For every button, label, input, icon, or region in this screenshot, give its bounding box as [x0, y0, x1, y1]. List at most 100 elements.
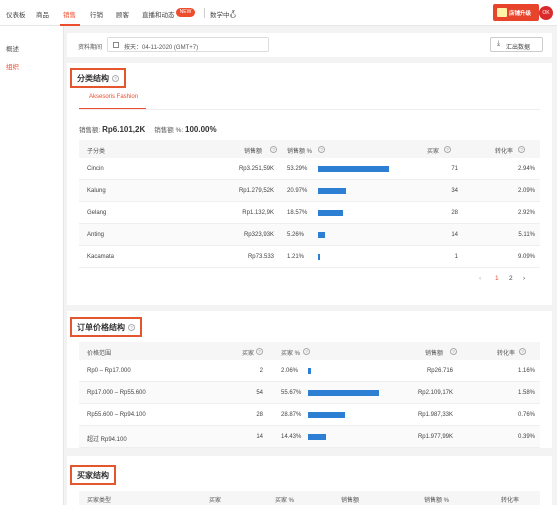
subcategory-name: Cincin — [87, 166, 104, 172]
section-title-text: 买家结构 — [77, 470, 109, 480]
pagination-next[interactable]: › — [523, 275, 525, 282]
pagination-prev[interactable]: ‹ — [479, 275, 481, 282]
buyers: 14 — [256, 434, 263, 440]
pagination-page-1[interactable]: 1 — [495, 275, 499, 282]
column-header[interactable]: 销售额 — [425, 348, 443, 357]
subcategory-name: Kacamata — [87, 254, 115, 260]
help-icon[interactable]: ? — [270, 146, 277, 153]
table-row[interactable]: Rp55.600 – Rp94.100 28 28.87% Rp1.987,33… — [79, 404, 540, 426]
column-header[interactable]: 销售额 — [341, 495, 359, 504]
category-structure-card: 分类结构 ? Aksesoris Fashion 销售额: Rp6.101,2K… — [67, 63, 552, 305]
table-row[interactable]: Kalung Rp1.279,52K 20.97% 34 2.09% — [79, 180, 540, 202]
column-header[interactable]: 销售额 — [244, 146, 262, 155]
top-navigation: 仪表板 商品 销售 行销 顾客 直播和动态 NEW 数学中心 ▾ 店铺升级 OK — [0, 0, 557, 26]
buyers: 1 — [454, 254, 458, 260]
help-icon[interactable]: ? — [112, 74, 119, 82]
sales-pct-value: 100.00% — [185, 125, 217, 134]
chevron-down-icon[interactable]: ▾ — [232, 9, 235, 15]
conversion-rate: 9.09% — [517, 254, 535, 260]
table-row[interactable]: Rp0 – Rp17.000 2 2.06% Rp26.716 1.16% — [79, 360, 540, 382]
help-icon[interactable]: ? — [256, 348, 263, 355]
help-icon[interactable]: ? — [128, 323, 135, 331]
nav-marketing[interactable]: 行销 — [90, 9, 103, 19]
avatar[interactable]: OK — [539, 6, 553, 20]
column-header[interactable]: 买家 — [242, 348, 254, 357]
sales-value: Rp1.977,99K — [417, 434, 453, 440]
buyers: 34 — [451, 188, 458, 194]
section-title-buyer: 买家结构 — [70, 465, 116, 485]
column-header[interactable]: 转化率 — [501, 495, 519, 504]
buyers: 14 — [451, 232, 458, 238]
tab-aksesoris-fashion[interactable]: Aksesoris Fashion — [89, 94, 138, 100]
sales-pct: 53.29% — [287, 166, 308, 172]
sales-value: Rp3.251,59K — [238, 166, 274, 172]
sales-pct-label: 销售额 %: — [154, 127, 184, 134]
sales-value: Rp73.533 — [247, 254, 274, 260]
table-row[interactable]: Rp17.000 – Rp55.600 54 55.67% Rp2.109,17… — [79, 382, 540, 404]
sidebar-item-overview[interactable]: 概述 — [6, 43, 19, 53]
calendar-icon — [113, 42, 119, 48]
buyers-pct-bar — [308, 368, 311, 374]
tab-divider — [79, 109, 540, 110]
date-value: 按天：04-11-2020 (GMT+7) — [124, 45, 199, 51]
buyers: 54 — [256, 390, 263, 396]
period-label: 资料期间 — [78, 45, 103, 51]
conversion-rate: 0.76% — [517, 412, 535, 418]
buyers-pct: 28.87% — [281, 412, 302, 418]
table-row[interactable]: Gelang Rp1.132,9K 18.57% 28 2.92% — [79, 202, 540, 224]
buyers-pct-bar — [308, 434, 327, 440]
nav-customers[interactable]: 顾客 — [116, 9, 129, 19]
nav-products[interactable]: 商品 — [36, 9, 49, 19]
help-icon[interactable]: ? — [518, 146, 525, 153]
help-icon[interactable]: ? — [519, 348, 526, 355]
column-header[interactable]: 销售额 % — [287, 146, 312, 155]
column-header[interactable]: 买家 — [427, 146, 439, 155]
column-header[interactable]: 销售额 % — [424, 495, 449, 504]
sidebar-item-structure[interactable]: 组织 — [6, 61, 19, 71]
price-range: Rp17.000 – Rp55.600 — [87, 390, 146, 396]
help-icon[interactable]: ? — [450, 348, 457, 355]
conversion-rate: 2.09% — [517, 188, 535, 194]
column-header[interactable]: 转化率 — [497, 348, 515, 357]
sales-value: Rp2.109,17K — [417, 390, 453, 396]
nav-sales[interactable]: 销售 — [63, 9, 76, 19]
section-title-category: 分类结构 ? — [70, 68, 126, 88]
new-badge: NEW — [176, 8, 195, 17]
sales-pct: 18.57% — [287, 210, 308, 216]
total-sales-label: 销售额: — [79, 127, 101, 134]
column-header[interactable]: 买家 % — [275, 495, 294, 504]
nav-live[interactable]: 直播和动态 — [142, 9, 175, 19]
sidebar: 概述 组织 — [0, 26, 64, 505]
column-header[interactable]: 买家 — [209, 495, 221, 504]
conversion-rate: 2.92% — [517, 210, 535, 216]
column-header: 价格范围 — [87, 351, 112, 357]
promo-banner[interactable]: 店铺升级 — [493, 4, 539, 21]
column-header[interactable]: 买家 % — [281, 348, 300, 357]
table-row[interactable]: Kacamata Rp73.533 1.21% 1 9.09% — [79, 246, 540, 268]
buyers: 2 — [259, 368, 263, 374]
help-icon[interactable]: ? — [444, 146, 451, 153]
sales-pct: 5.26% — [287, 232, 305, 238]
table-row[interactable]: Anting Rp323,93K 5.26% 14 5.11% — [79, 224, 540, 246]
sales-pct-bar — [318, 210, 343, 216]
sales-pct-bar — [318, 166, 389, 172]
table-row[interactable]: 超过 Rp94.100 14 14.43% Rp1.977,99K 0.39% — [79, 426, 540, 448]
subcategory-name: Gelang — [87, 210, 107, 216]
table-row[interactable]: Cincin Rp3.251,59K 53.29% 71 2.94% — [79, 158, 540, 180]
conversion-rate: 0.39% — [517, 434, 535, 440]
help-icon[interactable]: ? — [318, 146, 325, 153]
date-picker[interactable]: 按天：04-11-2020 (GMT+7) — [107, 37, 269, 52]
price-range: Rp55.600 – Rp94.100 — [87, 412, 146, 418]
sales-value: Rp1.132,9K — [242, 210, 274, 216]
conversion-rate: 1.16% — [517, 368, 535, 374]
sales-pct: 20.97% — [287, 188, 308, 194]
column-header[interactable]: 转化率 — [495, 146, 513, 155]
export-button[interactable]: ⤓ 汇出数据 — [490, 37, 543, 52]
sales-pct-bar — [318, 254, 320, 260]
toolbar: 资料期间 按天：04-11-2020 (GMT+7) ⤓ 汇出数据 — [67, 33, 552, 57]
section-title-price: 订单价格结构 ? — [70, 317, 142, 337]
nav-dashboard[interactable]: 仪表板 — [6, 9, 26, 19]
pagination-page-2[interactable]: 2 — [509, 275, 513, 282]
help-icon[interactable]: ? — [303, 348, 310, 355]
table-header: 买家类型 买家 买家 % 销售额 销售额 % 转化率 — [79, 491, 540, 505]
